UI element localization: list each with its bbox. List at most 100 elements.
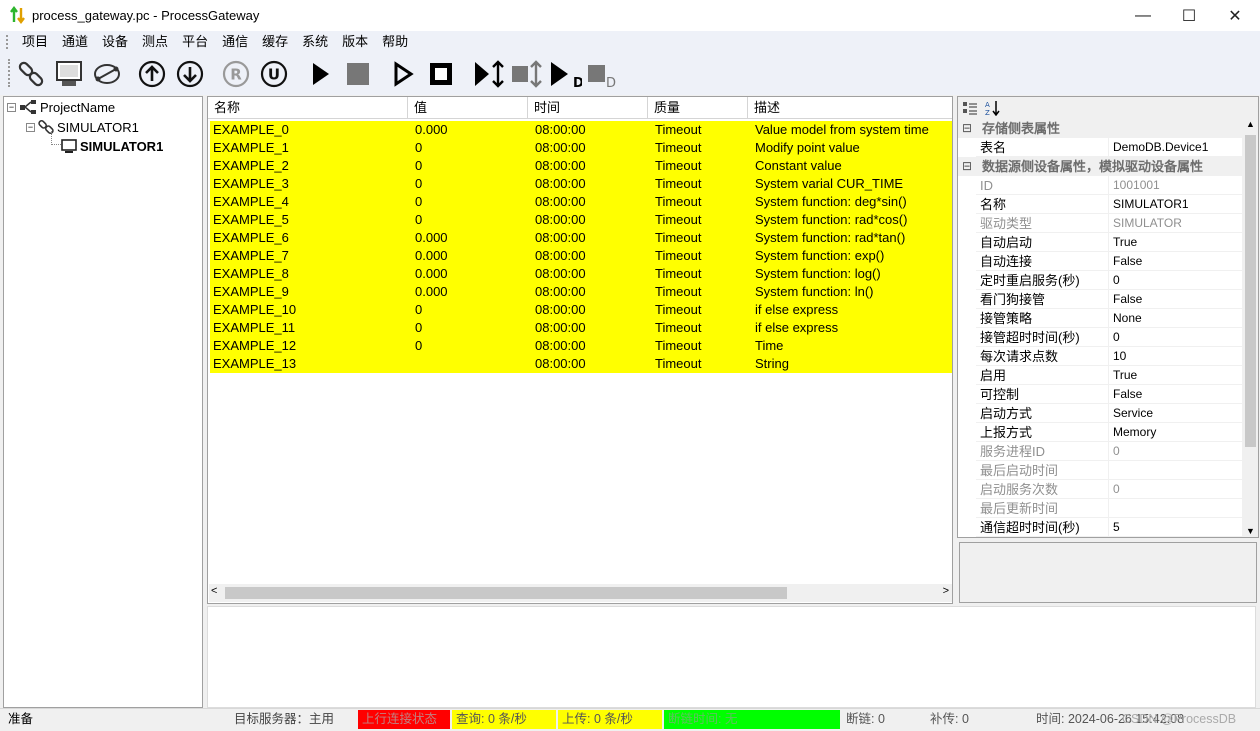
- menu-comm[interactable]: 通信: [215, 32, 255, 52]
- property-row[interactable]: 表名 DemoDB.Device1: [976, 138, 1242, 157]
- scroll-up-icon[interactable]: ▲: [1246, 119, 1255, 129]
- tree-node-channel[interactable]: − SIMULATOR1: [26, 119, 139, 135]
- property-row[interactable]: 自动启动 True: [976, 233, 1242, 252]
- property-category[interactable]: ⊟ 存储侧表属性: [958, 119, 1242, 138]
- property-value[interactable]: False: [1108, 385, 1142, 404]
- property-row[interactable]: 最后启动时间: [976, 461, 1242, 480]
- property-row[interactable]: 名称 SIMULATOR1: [976, 195, 1242, 214]
- property-value[interactable]: False: [1108, 290, 1142, 309]
- column-header-time[interactable]: 时间: [528, 97, 648, 119]
- debug-stop-icon[interactable]: D: [586, 57, 620, 91]
- property-value[interactable]: 0: [1108, 271, 1120, 290]
- table-row[interactable]: EXAMPLE_4 0 08:00:00 Timeout System function…: [210, 193, 952, 211]
- minimize-button[interactable]: —: [1120, 0, 1166, 31]
- registered-icon[interactable]: R: [219, 57, 253, 91]
- scrollbar-thumb[interactable]: [1245, 135, 1256, 447]
- table-row[interactable]: EXAMPLE_5 0 08:00:00 Timeout System function…: [210, 211, 952, 229]
- menu-channel[interactable]: 通道: [55, 32, 95, 52]
- download-icon[interactable]: [173, 57, 207, 91]
- column-header-value[interactable]: 值: [408, 97, 528, 119]
- collapse-icon[interactable]: −: [26, 122, 35, 132]
- property-row[interactable]: 定时重启服务(秒) 0: [976, 271, 1242, 290]
- property-row[interactable]: 驱动类型 SIMULATOR: [976, 214, 1242, 233]
- property-row[interactable]: 最后更新时间: [976, 499, 1242, 518]
- menu-device[interactable]: 设备: [95, 32, 135, 52]
- property-row[interactable]: 服务进程ID 0: [976, 442, 1242, 461]
- property-value[interactable]: 5: [1108, 518, 1120, 537]
- table-row[interactable]: EXAMPLE_3 0 08:00:00 Timeout System varial C…: [210, 175, 952, 193]
- stop-all-icon[interactable]: [510, 57, 544, 91]
- menu-point[interactable]: 测点: [135, 32, 175, 52]
- table-row[interactable]: EXAMPLE_8 0.000 08:00:00 Timeout System func…: [210, 265, 952, 283]
- menu-help[interactable]: 帮助: [375, 32, 415, 52]
- table-row[interactable]: EXAMPLE_11 0 08:00:00 Timeout if else expres…: [210, 319, 952, 337]
- column-header-quality[interactable]: 质量: [648, 97, 748, 119]
- property-row[interactable]: 启动方式 Service: [976, 404, 1242, 423]
- property-value[interactable]: SIMULATOR1: [1108, 195, 1189, 214]
- property-value[interactable]: True: [1108, 233, 1137, 252]
- property-value[interactable]: True: [1108, 366, 1137, 385]
- property-value[interactable]: 0: [1108, 480, 1120, 499]
- monitor-icon[interactable]: [52, 57, 86, 91]
- link-icon[interactable]: [14, 57, 48, 91]
- property-row[interactable]: 可控制 False: [976, 385, 1242, 404]
- property-row[interactable]: 启动服务次数 0: [976, 480, 1242, 499]
- run-icon[interactable]: [386, 57, 420, 91]
- property-row[interactable]: 自动连接 False: [976, 252, 1242, 271]
- property-value[interactable]: 1001001: [1108, 176, 1160, 195]
- collapse-icon[interactable]: ⊟: [962, 119, 972, 138]
- menu-platform[interactable]: 平台: [175, 32, 215, 52]
- sort-alpha-icon[interactable]: AZ: [984, 100, 1002, 116]
- unregister-icon[interactable]: U: [257, 57, 291, 91]
- upload-icon[interactable]: [135, 57, 169, 91]
- halt-icon[interactable]: [424, 57, 458, 91]
- connection-icon[interactable]: [90, 57, 124, 91]
- table-row[interactable]: EXAMPLE_2 0 08:00:00 Timeout Constant value: [210, 157, 952, 175]
- column-header-name[interactable]: 名称: [208, 97, 408, 119]
- menu-version[interactable]: 版本: [335, 32, 375, 52]
- menu-system[interactable]: 系统: [295, 32, 335, 52]
- property-value[interactable]: [1108, 461, 1113, 480]
- property-row[interactable]: 看门狗接管 False: [976, 290, 1242, 309]
- table-row[interactable]: EXAMPLE_9 0.000 08:00:00 Timeout System func…: [210, 283, 952, 301]
- scrollbar-thumb[interactable]: [225, 587, 787, 599]
- property-value[interactable]: SIMULATOR: [1108, 214, 1182, 233]
- property-value[interactable]: None: [1108, 309, 1142, 328]
- property-value[interactable]: 0: [1108, 442, 1120, 461]
- property-value[interactable]: [1108, 499, 1113, 518]
- property-value[interactable]: 10: [1108, 347, 1126, 366]
- table-row[interactable]: EXAMPLE_7 0.000 08:00:00 Timeout System func…: [210, 247, 952, 265]
- tree-node-device[interactable]: SIMULATOR1: [61, 139, 163, 154]
- vertical-scrollbar[interactable]: ▲ ▼: [1242, 119, 1258, 537]
- table-row[interactable]: EXAMPLE_13 08:00:00 Timeout String: [210, 355, 952, 373]
- table-row[interactable]: EXAMPLE_10 0 08:00:00 Timeout if else expres…: [210, 301, 952, 319]
- table-row[interactable]: EXAMPLE_12 0 08:00:00 Timeout Time: [210, 337, 952, 355]
- property-row[interactable]: ID 1001001: [976, 176, 1242, 195]
- debug-run-icon[interactable]: D: [548, 57, 582, 91]
- column-header-description[interactable]: 描述: [748, 97, 952, 119]
- scroll-left-icon[interactable]: <: [211, 585, 217, 597]
- categorized-icon[interactable]: [962, 100, 978, 116]
- scroll-down-icon[interactable]: ▼: [1246, 526, 1255, 536]
- property-value[interactable]: DemoDB.Device1: [1108, 138, 1208, 157]
- scroll-right-icon[interactable]: >: [943, 585, 949, 597]
- property-row[interactable]: 上报方式 Memory: [976, 423, 1242, 442]
- collapse-icon[interactable]: ⊟: [962, 157, 972, 176]
- menu-cache[interactable]: 缓存: [255, 32, 295, 52]
- property-row[interactable]: 接管策略 None: [976, 309, 1242, 328]
- table-row[interactable]: EXAMPLE_1 0 08:00:00 Timeout Modify point va…: [210, 139, 952, 157]
- horizontal-scrollbar[interactable]: < >: [209, 584, 952, 602]
- maximize-button[interactable]: ☐: [1166, 0, 1212, 31]
- table-row[interactable]: EXAMPLE_0 0.000 08:00:00 Timeout Value model…: [210, 121, 952, 139]
- property-row[interactable]: 启用 True: [976, 366, 1242, 385]
- property-value[interactable]: 0: [1108, 328, 1120, 347]
- play-icon[interactable]: [303, 57, 337, 91]
- collapse-icon[interactable]: −: [7, 102, 16, 112]
- table-row[interactable]: EXAMPLE_6 0.000 08:00:00 Timeout System func…: [210, 229, 952, 247]
- property-row[interactable]: 每次请求点数 10: [976, 347, 1242, 366]
- property-value[interactable]: False: [1108, 252, 1142, 271]
- close-button[interactable]: ✕: [1212, 0, 1258, 31]
- property-value[interactable]: Memory: [1108, 423, 1156, 442]
- property-value[interactable]: Service: [1108, 404, 1153, 423]
- tree-node-project[interactable]: − ProjectName: [7, 99, 115, 115]
